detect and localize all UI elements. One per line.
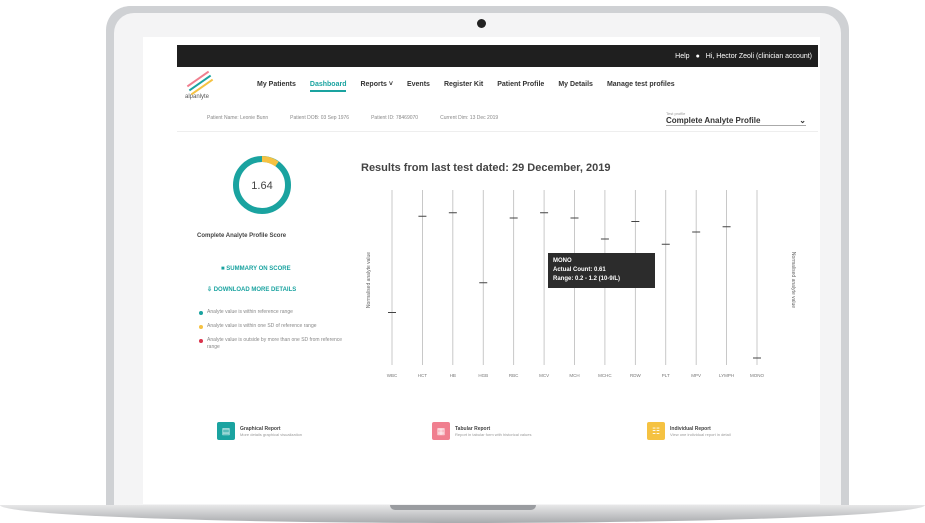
y-axis-label: Normalised analyte value xyxy=(366,252,372,308)
logo[interactable]: alpanlyte xyxy=(185,70,257,100)
doc-icon: ☷ xyxy=(647,422,665,440)
user-icon: ● xyxy=(695,52,700,60)
download-icon: ⇩ xyxy=(207,287,214,293)
chart-tooltip: MONO Actual Count: 0.61 Range: 0.2 - 1.2… xyxy=(548,253,655,288)
patient-name: Patient Name: Leonie Bunn xyxy=(207,115,269,121)
nav-links: My Patients Dashboard Reports ˅ Events R… xyxy=(257,81,675,92)
legend: Analyte value is within reference range … xyxy=(199,309,344,358)
current-dim: Current Dim: 13 Dec 2019 xyxy=(440,115,499,121)
card-desc: More details graphical visualization xyxy=(240,431,303,437)
x-tick-label: MONO xyxy=(750,373,764,378)
results-chart: Normalised analyte value Normalised analy… xyxy=(366,190,796,378)
legend-item-normal: Analyte value is within reference range xyxy=(199,309,344,316)
x-tick-label: MPV xyxy=(691,373,701,378)
chevron-down-icon: ˅ xyxy=(386,80,393,88)
individual-report-card[interactable]: ☷ Individual Report View one individual … xyxy=(647,422,807,440)
tooltip-range: Range: 0.2 - 1.2 (10-9/L) xyxy=(553,276,621,282)
app-window: Help ● Hi, Hector Zeoli (clinician accou… xyxy=(177,45,818,460)
nav-item-register-kit[interactable]: Register Kit xyxy=(444,81,483,92)
score-gauge: 1.64 xyxy=(233,156,291,214)
laptop-notch xyxy=(390,505,536,510)
table-icon: ▦ xyxy=(432,422,450,440)
x-tick-label: HGB xyxy=(478,373,488,378)
patient-id: Patient ID: 78469070 xyxy=(371,115,419,121)
chart-icon: ▤ xyxy=(217,422,235,440)
x-tick-label: PLT xyxy=(662,373,670,378)
y-axis-label-right: Normalised analyte value xyxy=(790,252,796,308)
tooltip-count: Actual Count: 0.61 xyxy=(553,267,606,273)
green-dot-icon xyxy=(199,311,203,315)
x-tick-label: RBC xyxy=(509,373,519,378)
profile-select-value: Complete Analyte Profile xyxy=(666,115,761,125)
camera-icon xyxy=(477,19,486,28)
patient-info-bar: Patient Name: Leonie Bunn Patient DOB: 0… xyxy=(177,105,818,132)
summary-on-score-button[interactable]: ■ SUMMARY ON SCORE xyxy=(221,266,291,272)
tabular-report-card[interactable]: ▦ Tabular Report Report in tabular form … xyxy=(432,422,592,440)
card-desc: View one individual report in detail xyxy=(670,431,731,437)
nav-item-my-patients[interactable]: My Patients xyxy=(257,81,296,92)
x-tick-label: HCT xyxy=(418,373,427,378)
main-nav: alpanlyte My Patients Dashboard Reports … xyxy=(177,67,818,105)
logo-text: alpanlyte xyxy=(185,94,210,100)
report-cards: ▤ Graphical Report More details graphica… xyxy=(217,422,817,440)
red-dot-icon xyxy=(199,339,203,343)
nav-item-reports[interactable]: Reports ˅ xyxy=(360,81,393,92)
nav-item-dashboard[interactable]: Dashboard xyxy=(309,81,347,92)
nav-item-my-details[interactable]: My Details xyxy=(558,81,593,92)
legend-item-borderline: Analyte value is within one SD of refere… xyxy=(199,323,344,330)
help-link[interactable]: Help xyxy=(675,53,689,60)
x-tick-label: HB xyxy=(450,373,456,378)
nav-item-manage-test-profiles[interactable]: Manage test profiles xyxy=(607,81,675,92)
x-tick-label: RDW xyxy=(630,373,641,378)
x-tick-label: MCH xyxy=(569,373,579,378)
x-tick-label: MCV xyxy=(539,373,549,378)
score-label: Complete Analyte Profile Score xyxy=(197,233,287,239)
x-tick-label: LYMPH xyxy=(719,373,734,378)
yellow-dot-icon xyxy=(199,325,203,329)
user-menu[interactable]: Hi, Hector Zeoli (clinician account) xyxy=(706,53,812,60)
nav-item-patient-profile[interactable]: Patient Profile xyxy=(497,81,544,92)
chart-title: Results from last test dated: 29 Decembe… xyxy=(361,162,611,174)
logo-mark-icon xyxy=(185,70,214,96)
download-details-button[interactable]: ⇩ DOWNLOAD MORE DETAILS xyxy=(207,286,296,293)
tooltip-analyte: MONO xyxy=(553,258,572,264)
x-tick-label: WBC xyxy=(387,373,398,378)
x-tick-label: MCHC xyxy=(598,373,612,378)
chevron-down-icon: ⌄ xyxy=(799,115,806,125)
nav-item-events[interactable]: Events xyxy=(407,81,430,92)
patient-dob: Patient DOB: 03 Sep 1976 xyxy=(290,115,350,121)
test-profile-select[interactable]: Test profile Complete Analyte Profile ⌄ xyxy=(666,111,806,126)
score-value: 1.64 xyxy=(251,180,272,192)
graphical-report-card[interactable]: ▤ Graphical Report More details graphica… xyxy=(217,422,377,440)
top-bar: Help ● Hi, Hector Zeoli (clinician accou… xyxy=(177,45,818,67)
legend-item-abnormal: Analyte value is outside by more than on… xyxy=(199,337,344,351)
card-desc: Report in tabular form with historical v… xyxy=(455,431,532,437)
